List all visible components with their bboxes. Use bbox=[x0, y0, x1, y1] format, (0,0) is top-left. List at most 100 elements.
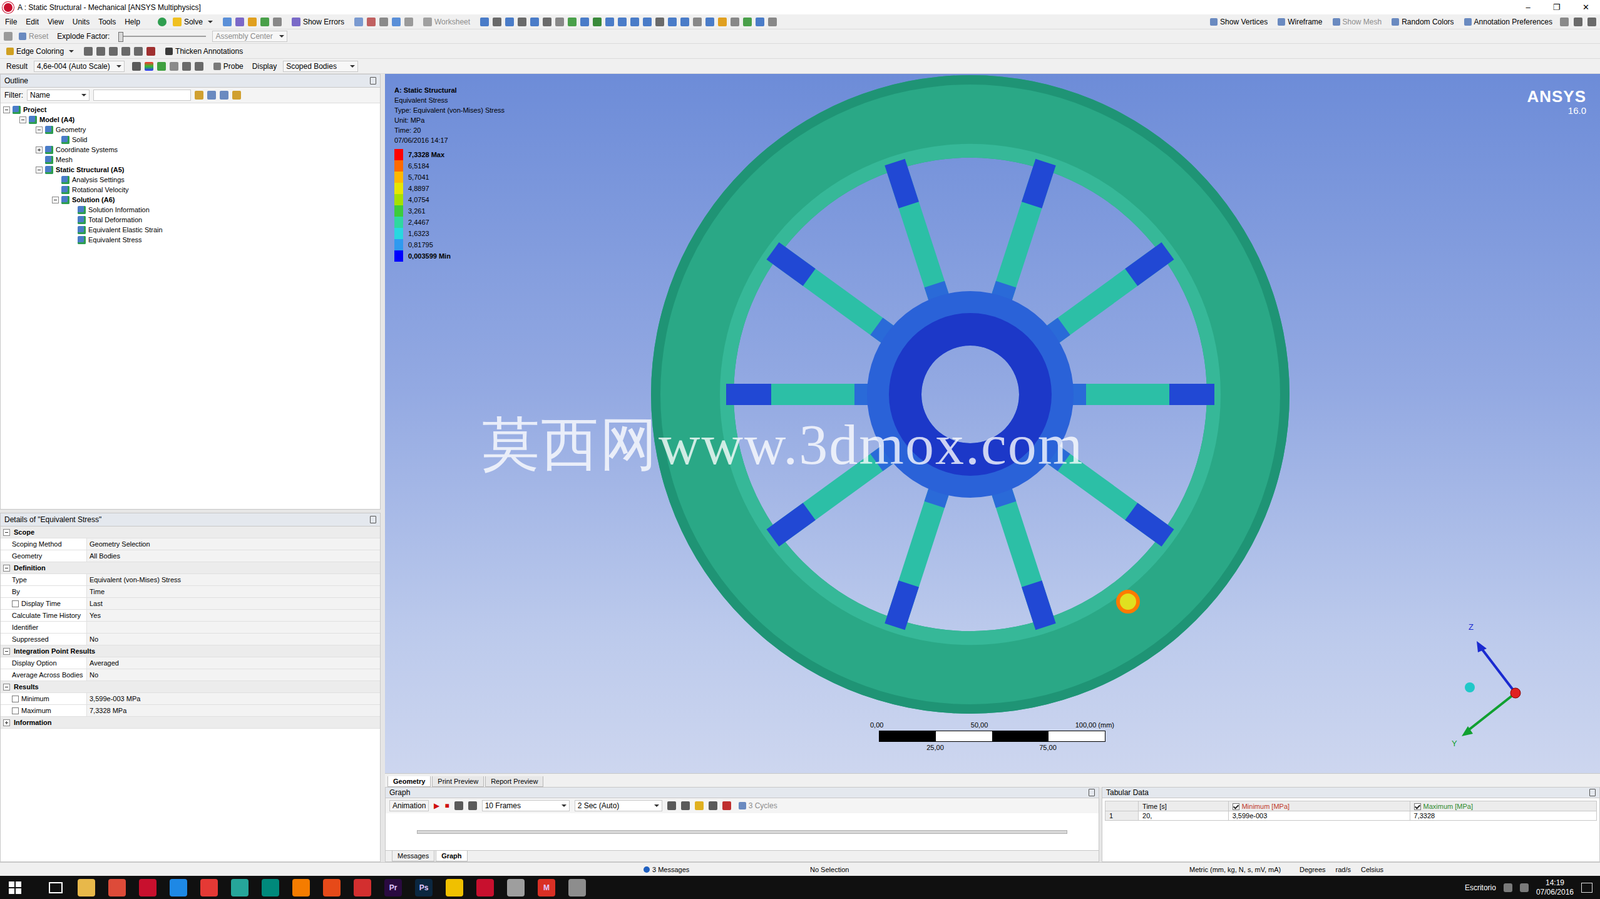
pin-icon[interactable] bbox=[1589, 788, 1596, 797]
toolbar-icon[interactable] bbox=[1587, 17, 1597, 27]
menu-item[interactable]: Edit bbox=[24, 16, 41, 28]
reset-button[interactable]: Reset bbox=[16, 30, 51, 42]
thicken-annotations-button[interactable]: Thicken Annotations bbox=[162, 45, 246, 57]
toolbar-icon[interactable] bbox=[379, 17, 389, 27]
toolbar-icon[interactable] bbox=[146, 46, 156, 56]
toolbar-icon[interactable] bbox=[722, 801, 732, 811]
toolbar-icon[interactable] bbox=[222, 17, 232, 27]
toolbar-icon[interactable] bbox=[692, 17, 702, 27]
taskbar-app-icon[interactable] bbox=[507, 878, 525, 897]
expander-icon[interactable] bbox=[3, 683, 11, 691]
parameter-checkbox[interactable] bbox=[11, 707, 19, 715]
toolbar-icon[interactable] bbox=[157, 61, 166, 71]
duration-dropdown[interactable]: 2 Sec (Auto) bbox=[574, 800, 663, 812]
expander-icon[interactable] bbox=[35, 146, 43, 154]
toolbar-icon[interactable] bbox=[530, 17, 539, 27]
filter-icon[interactable] bbox=[194, 90, 204, 100]
tree-item[interactable]: Total Deformation bbox=[0, 214, 380, 225]
expander-icon[interactable] bbox=[3, 647, 11, 655]
details-field-value[interactable]: 3,599e-003 MPa bbox=[87, 692, 380, 705]
graph-tab[interactable]: Graph bbox=[435, 850, 467, 862]
assembly-center-dropdown[interactable]: Assembly Center bbox=[212, 30, 288, 42]
frames-dropdown[interactable]: 10 Frames bbox=[482, 800, 570, 812]
toolbar-icon[interactable] bbox=[235, 17, 245, 27]
details-field-row[interactable]: Display OptionAveraged bbox=[0, 657, 380, 670]
toolbar-icon[interactable] bbox=[768, 17, 777, 27]
toolbar-icon[interactable] bbox=[680, 17, 690, 27]
tray-icon[interactable] bbox=[1519, 883, 1529, 893]
toolbar-button[interactable]: Worksheet bbox=[420, 16, 473, 28]
details-field-value[interactable]: Equivalent (von-Mises) Stress bbox=[87, 574, 380, 586]
toolbar-icon[interactable] bbox=[542, 17, 552, 27]
toolbar-icon[interactable] bbox=[121, 46, 131, 56]
toolbar-icon[interactable] bbox=[708, 801, 718, 811]
expander-icon[interactable] bbox=[19, 116, 27, 124]
taskbar-app-icon[interactable] bbox=[568, 878, 586, 897]
toolbar-icon[interactable] bbox=[667, 801, 677, 811]
toolbar-icon[interactable] bbox=[555, 17, 565, 27]
toolbar-icon[interactable] bbox=[3, 31, 13, 41]
taskbar-app-icon[interactable] bbox=[476, 878, 494, 897]
tree-item[interactable]: Static Structural (A5) bbox=[0, 164, 380, 175]
slider-thumb[interactable] bbox=[118, 31, 124, 42]
toolbar-icon[interactable] bbox=[96, 46, 106, 56]
details-field-row[interactable]: Minimum3,599e-003 MPa bbox=[0, 692, 380, 705]
contour-icon[interactable] bbox=[144, 61, 154, 71]
play-button[interactable]: ▶ bbox=[433, 801, 440, 811]
result-scale-dropdown[interactable]: 4,6e-004 (Auto Scale) bbox=[33, 60, 125, 72]
details-field-row[interactable]: GeometryAll Bodies bbox=[0, 550, 380, 563]
stop-button[interactable]: ■ bbox=[444, 801, 449, 811]
window-control-button[interactable]: ✕ bbox=[1571, 0, 1600, 15]
table-column-header[interactable]: Minimum [MPa] bbox=[1228, 801, 1410, 812]
toolbar-icon[interactable] bbox=[169, 61, 179, 71]
toolbar-icon[interactable] bbox=[705, 17, 715, 27]
edge-coloring-button[interactable]: Edge Coloring bbox=[3, 45, 77, 57]
animation-timeline[interactable] bbox=[385, 813, 1099, 851]
toolbar-icon[interactable] bbox=[567, 17, 577, 27]
details-field-row[interactable]: Maximum7,3328 MPa bbox=[0, 704, 380, 717]
taskbar-app-icon[interactable] bbox=[169, 878, 188, 897]
window-control-button[interactable]: ❐ bbox=[1542, 0, 1572, 15]
toolbar-icon[interactable] bbox=[667, 17, 677, 27]
details-group-row[interactable]: Scope bbox=[0, 526, 380, 539]
details-field-value[interactable]: Geometry Selection bbox=[87, 538, 380, 550]
toolbar-icon[interactable] bbox=[505, 17, 514, 27]
toolbar-icon[interactable] bbox=[260, 17, 270, 27]
filter-icon[interactable] bbox=[219, 90, 229, 100]
taskbar-app-icon[interactable]: M bbox=[537, 878, 556, 897]
toolbar-icon[interactable] bbox=[108, 46, 118, 56]
details-field-value[interactable]: All Bodies bbox=[87, 550, 380, 562]
toolbar-icon[interactable] bbox=[717, 17, 727, 27]
viewport-tab[interactable]: Report Preview bbox=[485, 776, 544, 787]
details-field-value[interactable]: No bbox=[87, 669, 380, 681]
cycles-button[interactable]: 3 Cycles bbox=[736, 800, 780, 812]
details-field-row[interactable]: Scoping MethodGeometry Selection bbox=[0, 538, 380, 551]
tray-icon[interactable] bbox=[1503, 883, 1513, 893]
table-column-header[interactable]: Maximum [MPa] bbox=[1409, 801, 1597, 812]
toolbar-icon[interactable] bbox=[743, 17, 752, 27]
taskbar-app-icon[interactable]: Ps bbox=[415, 878, 433, 897]
parameter-checkbox[interactable] bbox=[11, 695, 19, 703]
details-field-value[interactable]: Time bbox=[87, 585, 380, 598]
toolbar-icon[interactable] bbox=[630, 17, 640, 27]
toolbar-icon[interactable] bbox=[592, 17, 602, 27]
taskbar-app-icon[interactable] bbox=[323, 878, 341, 897]
clock[interactable]: 14:1907/06/2016 bbox=[1536, 878, 1574, 898]
tree-item[interactable]: Coordinate Systems bbox=[0, 144, 380, 155]
details-field-row[interactable]: ByTime bbox=[0, 585, 380, 598]
toolbar-icon[interactable] bbox=[755, 17, 765, 27]
menu-item[interactable]: Units bbox=[71, 16, 91, 28]
tree-item[interactable]: Geometry bbox=[0, 124, 380, 135]
view-button[interactable]: Random Colors bbox=[1389, 16, 1457, 28]
toolbar-icon[interactable] bbox=[694, 801, 704, 811]
toolbar-icon[interactable] bbox=[730, 17, 740, 27]
expander-icon[interactable] bbox=[35, 166, 43, 174]
windows-start-icon[interactable] bbox=[8, 881, 22, 894]
probe-button[interactable]: Probe bbox=[210, 60, 247, 72]
details-field-value[interactable]: Averaged bbox=[87, 657, 380, 669]
details-group-row[interactable]: Definition bbox=[0, 562, 380, 575]
toolbar-icon[interactable] bbox=[1559, 17, 1569, 27]
tree-item[interactable]: Solid bbox=[0, 134, 380, 145]
window-control-button[interactable]: – bbox=[1513, 0, 1543, 15]
toolbar-icon[interactable] bbox=[366, 17, 376, 27]
